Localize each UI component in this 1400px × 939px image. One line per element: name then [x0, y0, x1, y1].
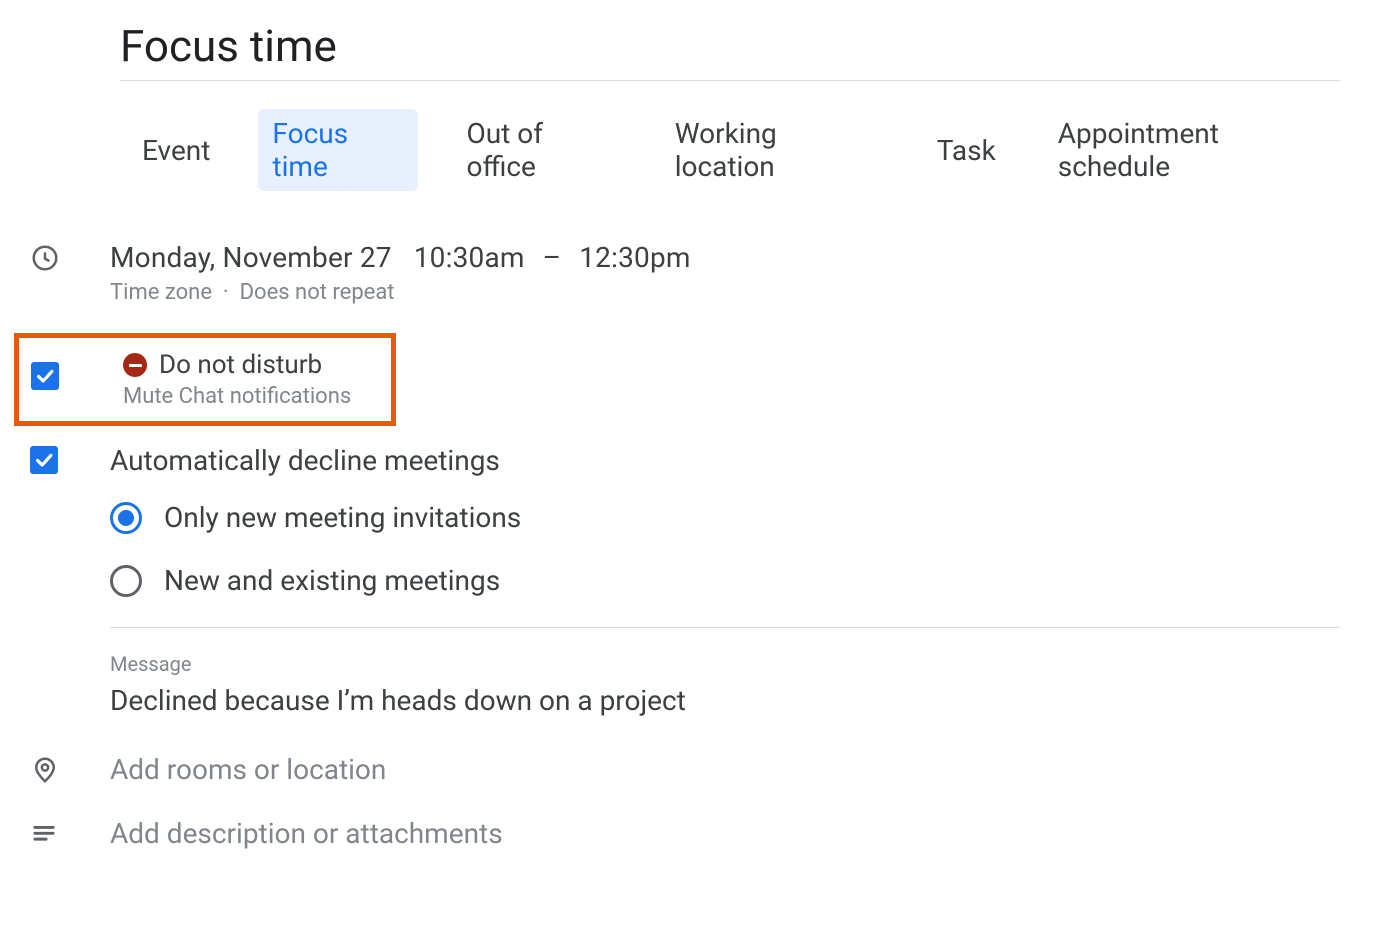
- dot-separator: ·: [223, 280, 229, 305]
- tab-appointment-schedule[interactable]: Appointment schedule: [1044, 109, 1340, 191]
- auto-decline-checkbox[interactable]: [30, 446, 58, 474]
- page-title[interactable]: Focus time: [120, 20, 1340, 81]
- timezone-link[interactable]: Time zone: [110, 280, 212, 305]
- auto-decline-row: Automatically decline meetings Only new …: [120, 444, 1340, 717]
- decline-radio-group: Only new meeting invitations New and exi…: [110, 501, 1340, 597]
- event-end-time[interactable]: 12:30pm: [579, 241, 690, 274]
- tab-task[interactable]: Task: [923, 126, 1010, 175]
- event-type-tabs: Event Focus time Out of office Working l…: [120, 109, 1340, 191]
- decline-option-new-label: Only new meeting invitations: [164, 501, 521, 534]
- datetime-line[interactable]: Monday, November 2710:30am–12:30pm: [110, 241, 1340, 274]
- dnd-highlight-box: Do not disturb Mute Chat notifications: [14, 333, 396, 426]
- radio-unselected-icon: [110, 565, 142, 597]
- tab-out-of-office[interactable]: Out of office: [452, 109, 626, 191]
- radio-selected-icon: [110, 502, 142, 534]
- decline-message-value[interactable]: Declined because I’m heads down on a pro…: [110, 684, 1340, 717]
- datetime-row: Monday, November 2710:30am–12:30pm Time …: [120, 241, 1340, 305]
- decline-option-all-label: New and existing meetings: [164, 564, 500, 597]
- decline-option-all[interactable]: New and existing meetings: [110, 564, 1340, 597]
- clock-icon: [30, 243, 60, 277]
- location-pin-icon: [30, 755, 60, 789]
- location-row: Add rooms or location: [120, 753, 1340, 789]
- dnd-checkbox[interactable]: [31, 362, 59, 390]
- divider: [110, 627, 1340, 628]
- event-date[interactable]: Monday, November 27: [110, 241, 392, 274]
- auto-decline-title: Automatically decline meetings: [110, 444, 1340, 477]
- dnd-title-text: Do not disturb: [159, 350, 322, 380]
- tab-event[interactable]: Event: [128, 126, 224, 175]
- decline-message-label: Message: [110, 652, 1340, 676]
- event-start-time[interactable]: 10:30am: [414, 241, 525, 274]
- location-input[interactable]: Add rooms or location: [110, 753, 1340, 786]
- decline-option-new[interactable]: Only new meeting invitations: [110, 501, 1340, 534]
- description-row: Add description or attachments: [120, 817, 1340, 851]
- dnd-subtitle: Mute Chat notifications: [123, 384, 377, 409]
- tab-focus-time[interactable]: Focus time: [258, 109, 418, 191]
- repeat-link[interactable]: Does not repeat: [240, 280, 395, 305]
- tab-working-location[interactable]: Working location: [661, 109, 889, 191]
- dnd-badge-icon: [123, 353, 147, 377]
- description-input[interactable]: Add description or attachments: [110, 817, 1340, 850]
- description-icon: [30, 819, 58, 851]
